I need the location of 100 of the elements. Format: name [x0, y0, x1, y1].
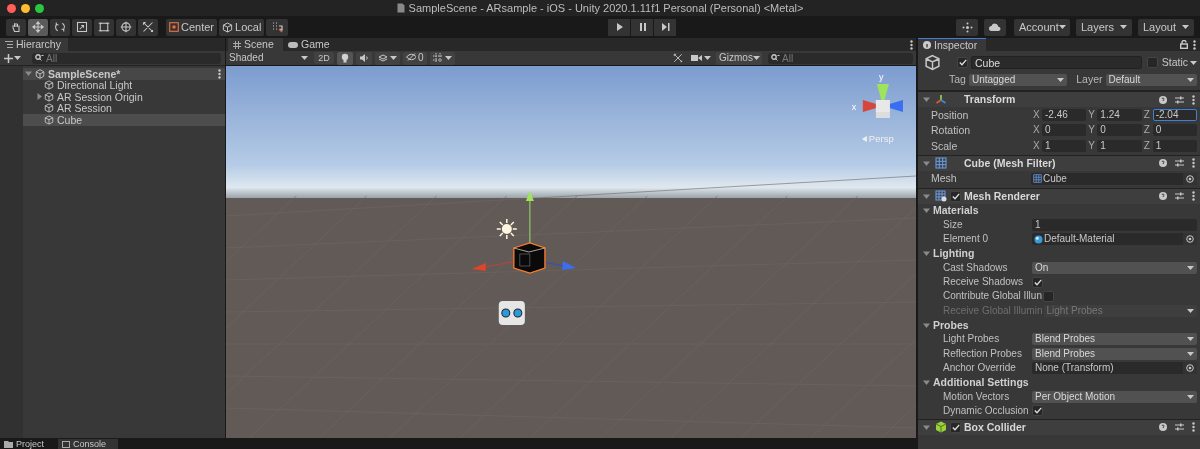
component-header[interactable]: Box Collider [918, 418, 1200, 435]
component-header[interactable]: Transform [918, 91, 1200, 107]
number-field[interactable]: -2.46 [1042, 108, 1087, 121]
number-field[interactable]: 0 [1042, 124, 1087, 137]
component-header[interactable]: Mesh Renderer [918, 187, 1200, 204]
dropdown[interactable]: Blend Probes [1032, 333, 1197, 346]
field-label: Scale [931, 140, 959, 151]
checkbox[interactable] [950, 421, 961, 433]
number-field[interactable]: 1 [1152, 139, 1197, 152]
toggle-button[interactable] [337, 51, 353, 65]
help-icon [1159, 159, 1167, 167]
vr-camera-icon[interactable] [498, 301, 525, 325]
checkbox[interactable] [957, 57, 968, 68]
caret-icon [752, 56, 760, 60]
axis-label: y [878, 72, 884, 82]
tag-dropdown[interactable]: Untagged [968, 73, 1068, 86]
object-field[interactable]: Default-Material [1032, 233, 1197, 246]
tool-button[interactable] [116, 18, 136, 36]
tool-button[interactable] [94, 18, 114, 36]
tool-button[interactable] [138, 18, 158, 36]
layer-dropdown[interactable]: Default [1105, 73, 1197, 86]
section-foldout[interactable]: Additional Settings [923, 376, 1029, 388]
tool-button[interactable] [28, 18, 48, 36]
caret-icon [14, 56, 21, 60]
number-field[interactable]: 1 [1042, 139, 1087, 152]
shading-dropdown[interactable]: Shaded [226, 51, 311, 65]
object-field[interactable]: Cube [1031, 172, 1197, 185]
section-foldout[interactable]: Materials [923, 205, 979, 216]
hierarchy-item[interactable]: AR Session Origin [23, 91, 225, 103]
search-field[interactable]: All [768, 52, 913, 64]
field-label: Receive Shadows [943, 277, 1025, 288]
toggle-button[interactable]: 0 [403, 51, 427, 65]
gizmos-dropdown[interactable]: Gizmos [716, 51, 762, 65]
search-icon [35, 54, 44, 62]
sun-icon[interactable] [496, 218, 518, 240]
toggle-button[interactable] [429, 51, 455, 65]
cube-icon [924, 54, 941, 71]
number-field[interactable]: 1 [1032, 218, 1197, 231]
snap-button[interactable] [266, 18, 289, 36]
cloud-button[interactable] [984, 18, 1006, 36]
cube-icon [44, 114, 54, 125]
add-button[interactable] [4, 53, 21, 63]
panel-tab[interactable]: Hierarchy [0, 38, 68, 51]
console-icon [62, 440, 70, 448]
list-icon [5, 41, 13, 48]
object-field[interactable]: None (Transform) [1032, 361, 1197, 374]
section-foldout[interactable]: Lighting [923, 248, 975, 259]
search-field[interactable]: All [32, 52, 221, 64]
panel-tab[interactable]: Console [58, 439, 118, 449]
checkbox[interactable] [950, 190, 961, 202]
panel-tab[interactable]: Inspector [918, 38, 986, 51]
orientation-gizmo-drawing[interactable] [862, 84, 903, 118]
move-gizmo-drawing[interactable] [471, 191, 576, 274]
name-field[interactable]: Cube [971, 56, 1142, 69]
panel-tab[interactable]: Game [283, 38, 335, 51]
static-dropdown[interactable]: Static [1161, 57, 1197, 68]
tool-button[interactable] [6, 18, 26, 36]
field-label: Cast Shadows [943, 262, 1009, 273]
dots-cluster-icon [961, 21, 973, 33]
number-field[interactable]: 0 [1097, 124, 1142, 137]
tool-button[interactable] [50, 18, 70, 36]
checkbox[interactable] [1042, 290, 1054, 302]
component-header[interactable]: Cube (Mesh Filter) [918, 154, 1200, 171]
panel-tab[interactable]: Project [0, 439, 52, 449]
toggle-button[interactable] [375, 51, 400, 65]
dropdown[interactable]: Layers [1076, 18, 1132, 36]
play-button[interactable] [608, 18, 631, 36]
hierarchy-item[interactable]: Cube [23, 114, 225, 126]
section-foldout[interactable]: Probes [923, 319, 969, 331]
checkbox[interactable] [1032, 276, 1043, 288]
number-field[interactable]: -2.04 [1152, 108, 1197, 121]
step-button[interactable] [654, 18, 677, 36]
tool-button[interactable] [72, 18, 92, 36]
hierarchy-item[interactable]: Directional Light [23, 79, 225, 91]
panel-tab[interactable]: Scene [228, 38, 283, 51]
toggle-button[interactable]: Local [219, 18, 265, 36]
caret-icon [301, 56, 308, 60]
scene-row[interactable]: SampleScene* [23, 68, 225, 80]
hierarchy-item[interactable]: AR Session [23, 102, 225, 114]
number-field[interactable]: 1.24 [1097, 108, 1142, 121]
collab-button[interactable] [956, 18, 978, 36]
dropdown[interactable]: Per Object Motion [1032, 390, 1197, 403]
checkbox[interactable] [1032, 405, 1043, 417]
camera-icon [691, 54, 702, 62]
dropdown[interactable]: Account [1014, 18, 1070, 36]
toggle-button[interactable] [356, 51, 372, 65]
checkbox[interactable] [1146, 57, 1158, 68]
number-field[interactable]: 1 [1097, 139, 1142, 152]
number-field[interactable]: 0 [1152, 124, 1197, 137]
toggle-button[interactable]: Center [166, 18, 218, 36]
dropdown[interactable]: On [1032, 261, 1197, 274]
field-label: Size [943, 219, 964, 230]
pause-button[interactable] [631, 18, 654, 36]
caret-icon [1187, 351, 1194, 356]
dropdown[interactable]: Layout [1138, 18, 1194, 36]
field-label: Contribute Global Illun [943, 291, 1043, 302]
document-icon [396, 3, 405, 13]
dropdown[interactable]: Blend Probes [1032, 347, 1197, 360]
target-icon [1186, 235, 1194, 244]
2d-toggle[interactable]: 2D [314, 52, 334, 64]
